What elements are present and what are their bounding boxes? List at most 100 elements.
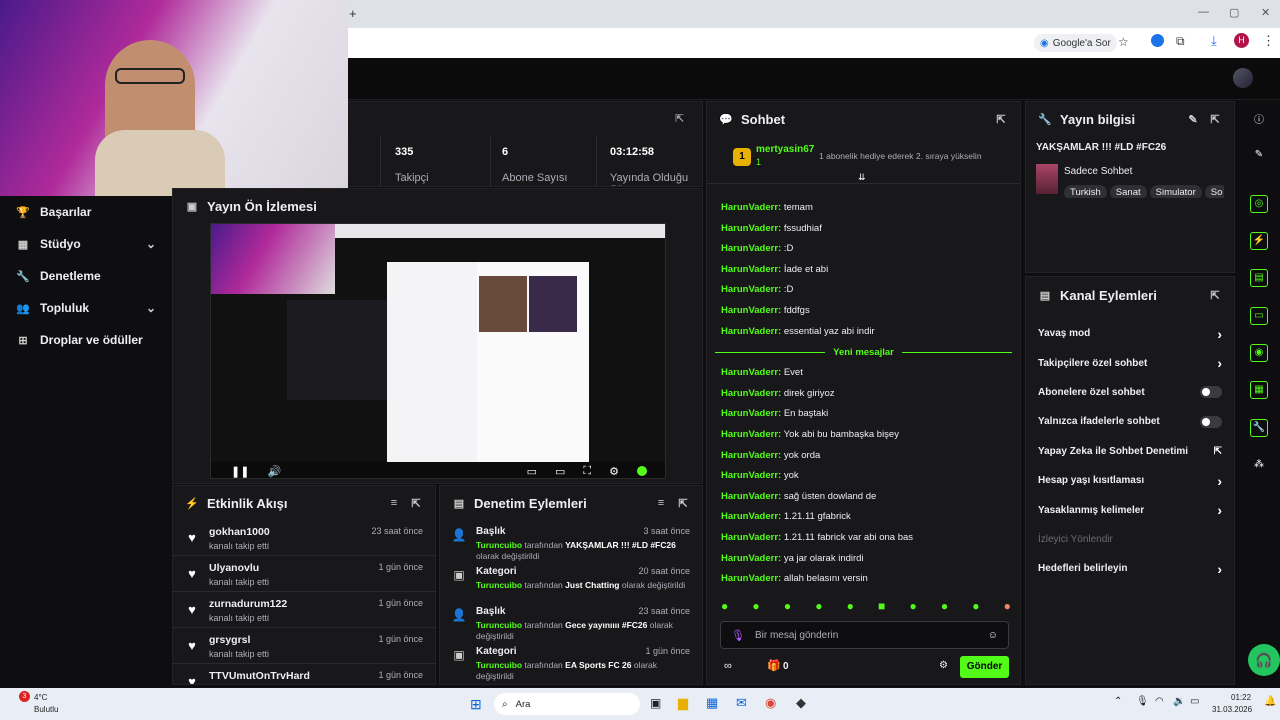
tool-icon[interactable]: 🔧 (1250, 419, 1268, 437)
help-headset-icon[interactable]: 🎧 (1248, 644, 1280, 676)
mod-user[interactable]: Turuncuibo (476, 540, 522, 550)
tag-chip[interactable]: Sanat (1109, 185, 1147, 198)
pause-icon[interactable]: ❚❚ (231, 465, 249, 478)
chat-username[interactable]: HarunVaderr: (721, 450, 781, 461)
taskbar-search[interactable]: ⌕ Ara (494, 693, 640, 715)
task-view-icon[interactable]: ▣ (650, 696, 661, 710)
stream-preview-video[interactable]: ❚❚ 🔊 ▭ ▭ ⛶ ⚙ (210, 223, 666, 479)
chat-username[interactable]: HarunVaderr: (721, 408, 781, 419)
tray-chevron-icon[interactable]: ⌃ (1114, 696, 1122, 707)
layout-icon[interactable]: ▦ (1250, 381, 1268, 399)
channel-action[interactable]: Takipçilere özel sohbet › (1026, 348, 1234, 377)
chat-username[interactable]: HarunVaderr: (721, 326, 781, 337)
volume-icon[interactable]: 🔊 (267, 465, 281, 478)
chat-username[interactable]: HarunVaderr: (721, 532, 781, 543)
battery-icon[interactable]: ▭ (1190, 696, 1199, 707)
chat-username[interactable]: HarunVaderr: (721, 429, 781, 440)
chat-username[interactable]: HarunVaderr: (721, 470, 781, 481)
mod-item[interactable]: ▣ Kategori 1 gün önce Turuncuibo tarafından… (440, 640, 702, 681)
microphone-icon[interactable]: 🎙 (731, 629, 745, 642)
chat-username[interactable]: HarunVaderr: (721, 305, 781, 316)
feed-item[interactable]: ♥ gokhan1000 kanalı takip etti 23 saat önce (173, 520, 435, 556)
chat-message[interactable]: HarunVaderr: yok orda (707, 446, 1020, 467)
tag-chip[interactable]: So (1204, 185, 1224, 198)
download-icon[interactable]: ⤓ (1211, 33, 1217, 49)
chat-username[interactable]: HarunVaderr: (721, 243, 781, 254)
nav-achievements[interactable]: 🏆 Başarılar (0, 196, 172, 228)
emote-icon[interactable]: ● (1004, 599, 1011, 615)
feed-item[interactable]: ♥ zurnadurum122 kanalı takip etti 1 gün önc… (173, 592, 435, 628)
chat-message[interactable]: HarunVaderr: ya jar olarak indirdi (707, 549, 1020, 570)
tag-chip[interactable]: Turkish (1064, 185, 1107, 198)
channel-action[interactable]: Abonelere özel sohbet (1026, 378, 1234, 407)
channel-action[interactable]: Hesap yaşı kısıtlaması › (1026, 466, 1234, 495)
popout-icon[interactable]: ⇱ (1208, 288, 1222, 302)
tag-chip[interactable]: Simulator (1149, 185, 1202, 198)
toggle-switch[interactable] (1200, 386, 1222, 399)
new-tab-button[interactable]: + (349, 6, 357, 21)
filter-icon[interactable]: ≡ (654, 496, 668, 510)
theater-icon[interactable]: ▭ (555, 465, 565, 478)
chat-message[interactable]: HarunVaderr: :D (707, 280, 1020, 301)
gift-icon[interactable]: 🎁 (767, 659, 781, 672)
profile-avatar[interactable]: H (1234, 33, 1249, 48)
store-icon[interactable]: ▦ (706, 695, 718, 711)
channel-action[interactable]: Yalnızca ifadelerle sohbet (1026, 407, 1234, 436)
doc-icon[interactable]: ▤ (1250, 269, 1268, 287)
star-icon[interactable]: ☆ (1118, 35, 1129, 49)
notification-bell-icon[interactable]: 🔔 (1264, 696, 1276, 707)
fullscreen-icon[interactable]: ⛶ (583, 465, 591, 478)
chat-username[interactable]: HarunVaderr: (721, 367, 781, 378)
infinity-icon[interactable]: ∞ (724, 660, 732, 672)
chat-username[interactable]: HarunVaderr: (721, 284, 781, 295)
channel-action[interactable]: Yavaş mod › (1026, 319, 1234, 348)
channel-action[interactable]: Hedefleri belirleyin › (1026, 554, 1234, 583)
chat-username[interactable]: HarunVaderr: (721, 511, 781, 522)
emoji-icon[interactable]: ☺ (988, 630, 998, 641)
info-icon[interactable]: ⓘ (1252, 111, 1266, 126)
popout-icon[interactable]: ⇱ (994, 112, 1008, 126)
mod-item[interactable]: 👤 Başlık 3 saat önce Turuncuibo tarafından … (440, 520, 702, 561)
popout-icon[interactable]: ⇱ (409, 496, 423, 510)
chat-message[interactable]: HarunVaderr: 1.21.11 gfabrick (707, 507, 1020, 528)
chat-input[interactable]: 🎙 Bir mesaj gönderin ☺ (720, 621, 1009, 649)
chat-message[interactable]: HarunVaderr: Evet (707, 363, 1020, 384)
popout-icon[interactable]: ⇱ (1208, 112, 1222, 126)
minimize-icon[interactable]: — (1198, 6, 1209, 18)
toggle-switch[interactable] (1200, 415, 1222, 428)
puzzle-icon[interactable]: ⧉ (1176, 34, 1185, 49)
feed-item[interactable]: ♥ TTVUmutOnTrvHard 1 gün önce (173, 664, 435, 684)
chat-rail-icon[interactable]: ▭ (1250, 307, 1268, 325)
file-explorer-icon[interactable]: ▆ (678, 695, 688, 711)
emote-icon[interactable]: ● (815, 599, 822, 615)
chat-message[interactable]: HarunVaderr: İade et abi (707, 260, 1020, 281)
popout-icon[interactable]: ⇱ (675, 112, 684, 125)
emote-icon[interactable]: ● (784, 599, 791, 615)
pip-icon[interactable]: ▭ (527, 465, 537, 478)
users-rail-icon[interactable]: ⁂ (1252, 459, 1266, 473)
chat-message[interactable]: HarunVaderr: sağ üsten dowland de (707, 487, 1020, 508)
chat-message[interactable]: HarunVaderr: 1.21.11 fabrick var abi ona… (707, 528, 1020, 549)
ask-google-button[interactable]: ◉ Google'a Sor (1034, 34, 1117, 52)
chat-settings-icon[interactable]: ⚙ (939, 660, 948, 671)
pencil-icon[interactable]: ✎ (1252, 149, 1266, 163)
mod-item[interactable]: ▣ Kategori 20 saat önce Turuncuibo tarafınd… (440, 560, 702, 600)
channel-action[interactable]: Yapay Zeka ile Sohbet Denetimi ⇱ (1026, 437, 1234, 466)
channel-action[interactable]: Yasaklanmış kelimeler › (1026, 495, 1234, 524)
broadcast-icon[interactable]: ◉ (1250, 344, 1268, 362)
chat-message[interactable]: HarunVaderr: direk giriyoz (707, 384, 1020, 405)
mod-item[interactable]: 👤 Başlık 23 saat önce Turuncuibo tarafından… (440, 600, 702, 641)
windows-start-icon[interactable]: ⊞ (470, 696, 482, 713)
bolt-icon[interactable]: ⚡ (1250, 232, 1268, 250)
collapse-icon[interactable]: ⇊ (858, 172, 866, 183)
chat-username[interactable]: HarunVaderr: (721, 388, 781, 399)
close-icon[interactable]: ✕ (1261, 6, 1270, 19)
chat-message[interactable]: HarunVaderr: yok (707, 466, 1020, 487)
chat-message[interactable]: HarunVaderr: temam (707, 198, 1020, 219)
emote-icon[interactable]: ■ (878, 599, 885, 615)
emote-icon[interactable]: ● (909, 599, 916, 615)
chat-message[interactable]: HarunVaderr: fssudhiaf (707, 219, 1020, 240)
feed-item[interactable]: ♥ grsygrsl kanalı takip etti 1 gün önce (173, 628, 435, 664)
edit-icon[interactable]: ✎ (1186, 112, 1200, 126)
menu-icon[interactable]: ⋮ (1262, 33, 1275, 49)
